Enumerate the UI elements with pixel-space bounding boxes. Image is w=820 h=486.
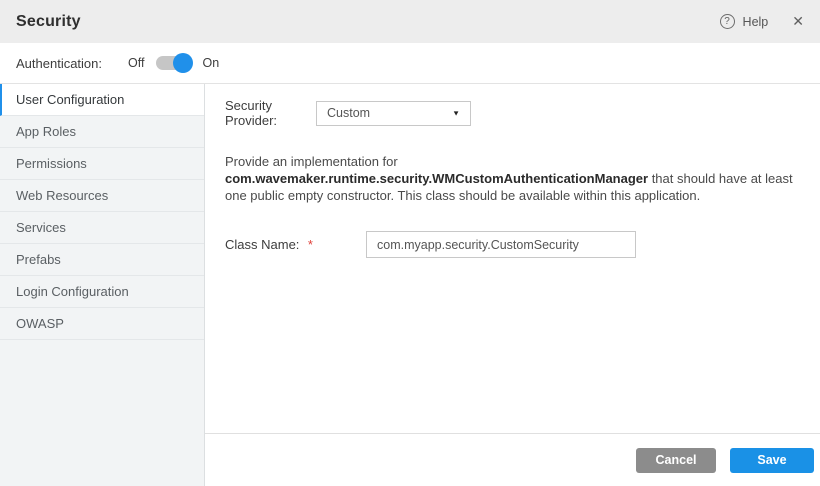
toggle-off-label[interactable]: Off: [128, 56, 144, 70]
sidebar-item-web-resources[interactable]: Web Resources: [0, 180, 204, 212]
toggle-knob: [173, 53, 193, 73]
main-content: Security Provider: Custom ▼ Provide an i…: [205, 84, 820, 486]
description-classname: com.wavemaker.runtime.security.WMCustomA…: [225, 171, 648, 186]
footer-actions: Cancel Save: [205, 433, 820, 486]
help-icon[interactable]: ?: [720, 14, 735, 29]
class-name-label-wrap: Class Name: *: [225, 236, 366, 254]
body: User Configuration App Roles Permissions…: [0, 84, 820, 486]
sidebar-item-prefabs[interactable]: Prefabs: [0, 244, 204, 276]
class-name-row: Class Name: *: [225, 231, 813, 258]
help-link[interactable]: Help: [743, 15, 769, 29]
sidebar-item-user-configuration[interactable]: User Configuration: [0, 84, 204, 116]
description-pre: Provide an implementation for: [225, 154, 398, 169]
security-provider-select[interactable]: Custom ▼: [316, 101, 471, 126]
sidebar-item-app-roles[interactable]: App Roles: [0, 116, 204, 148]
required-asterisk: *: [308, 237, 313, 252]
security-provider-row: Security Provider: Custom ▼: [225, 98, 813, 128]
page-title: Security: [16, 13, 81, 31]
provider-description: Provide an implementation for com.wavema…: [225, 153, 813, 204]
cancel-button[interactable]: Cancel: [636, 448, 716, 473]
sidebar-item-permissions[interactable]: Permissions: [0, 148, 204, 180]
close-icon[interactable]: ✕: [792, 13, 804, 30]
class-name-input[interactable]: [366, 231, 636, 258]
user-configuration-panel: Security Provider: Custom ▼ Provide an i…: [205, 84, 820, 433]
authentication-row: Authentication: Off On: [0, 43, 820, 84]
authentication-toggle[interactable]: [156, 53, 190, 73]
toggle-on-label[interactable]: On: [202, 56, 219, 70]
sidebar-item-login-configuration[interactable]: Login Configuration: [0, 276, 204, 308]
security-provider-value: Custom: [327, 106, 370, 120]
page-header: Security ? Help ✕: [0, 0, 820, 43]
authentication-label: Authentication:: [16, 56, 102, 71]
sidebar-item-services[interactable]: Services: [0, 212, 204, 244]
header-actions: ? Help ✕: [720, 13, 804, 30]
save-button[interactable]: Save: [730, 448, 814, 473]
chevron-down-icon: ▼: [452, 109, 460, 117]
security-provider-label: Security Provider:: [225, 98, 316, 128]
sidebar: User Configuration App Roles Permissions…: [0, 84, 205, 486]
class-name-label: Class Name:: [225, 237, 299, 252]
sidebar-item-owasp[interactable]: OWASP: [0, 308, 204, 340]
